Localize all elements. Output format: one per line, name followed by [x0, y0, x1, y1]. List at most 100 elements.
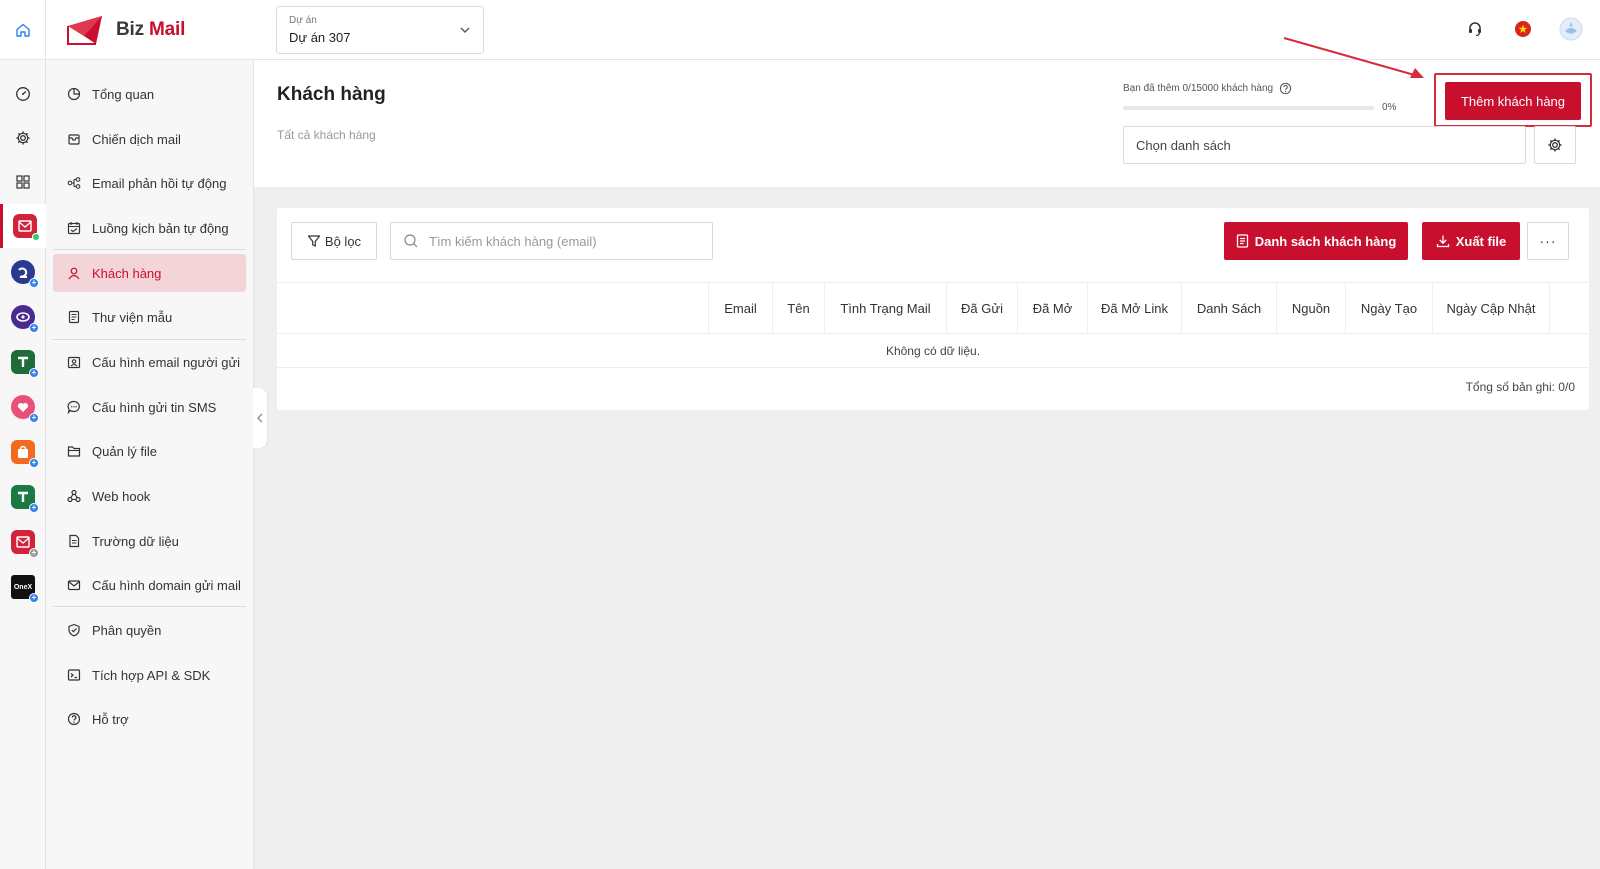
add-customer-button[interactable]: Thêm khách hàng: [1445, 82, 1581, 120]
add-badge-icon: +: [29, 593, 39, 603]
sidebar-item-domain-config[interactable]: Cấu hình domain gửi mail: [53, 566, 246, 604]
sidebar-collapse-toggle[interactable]: [253, 388, 267, 448]
settings-button[interactable]: [1534, 126, 1576, 164]
sidebar-item-label: Web hook: [92, 488, 151, 504]
rail-app-2[interactable]: +: [0, 250, 46, 294]
online-dot: [31, 233, 40, 241]
sidebar: Tổng quan Chiến dịch mail Email phản hồi…: [46, 60, 254, 869]
onex-app-icon: OneX +: [11, 575, 39, 603]
app-5-icon: +: [11, 395, 39, 423]
list-select[interactable]: Chọn danh sách: [1123, 126, 1526, 164]
sidebar-item-label: Tích hợp API & SDK: [92, 667, 211, 683]
column-header[interactable]: Danh Sách: [1182, 283, 1277, 333]
sidebar-item-automation-flow[interactable]: Luồng kịch bản tự động: [53, 209, 246, 247]
add-badge-icon: +: [29, 323, 39, 333]
search-icon: [404, 234, 418, 248]
column-header[interactable]: Email: [709, 283, 773, 333]
sidebar-item-sender-email[interactable]: Cấu hình email người gửi: [53, 343, 246, 381]
user-avatar[interactable]: [1558, 16, 1584, 42]
app-4-icon: +: [11, 350, 39, 378]
sidebar-item-api-sdk[interactable]: Tích hợp API & SDK: [53, 656, 246, 694]
bizmail-app-icon: [12, 214, 40, 241]
customer-list-button[interactable]: Danh sách khách hàng: [1224, 222, 1408, 260]
gear-icon: [1548, 138, 1562, 152]
filter-button[interactable]: Bộ lọc: [291, 222, 377, 260]
rail-app-onex[interactable]: OneX +: [0, 565, 46, 609]
help-circle-icon[interactable]: [1279, 82, 1292, 95]
rail-app-5[interactable]: +: [0, 385, 46, 429]
more-actions-button[interactable]: ···: [1527, 222, 1569, 260]
customer-list-label: Danh sách khách hàng: [1254, 233, 1397, 249]
app-rail: + + + + + + + OneX +: [0, 60, 46, 869]
mail-campaign-icon: [68, 134, 80, 145]
sidebar-item-overview[interactable]: Tổng quan: [53, 75, 246, 113]
rail-app-7[interactable]: +: [0, 475, 46, 519]
customer-table-card: Bộ lọc Danh sách khách hàng Xuất file ··…: [277, 208, 1589, 410]
sidebar-item-label: Chiến dịch mail: [92, 131, 181, 147]
customer-search[interactable]: [390, 222, 713, 260]
project-select[interactable]: Dự án Dự án 307: [276, 6, 484, 54]
chevron-down-icon: [460, 27, 470, 33]
sender-config-icon: [67, 356, 81, 369]
filter-label: Bộ lọc: [324, 233, 362, 249]
home-button[interactable]: [0, 0, 46, 60]
sidebar-item-label: Luồng kịch bản tự động: [92, 220, 229, 236]
add-badge-icon: +: [29, 413, 39, 423]
sidebar-item-label: Cấu hình email người gửi: [92, 354, 241, 370]
sidebar-item-file-manager[interactable]: Quản lý file: [53, 432, 246, 470]
column-header[interactable]: Tình Trạng Mail: [825, 283, 947, 333]
column-header[interactable]: Đã Gửi: [947, 283, 1018, 333]
add-customer-highlight: Thêm khách hàng: [1434, 73, 1592, 127]
add-badge-icon: +: [29, 548, 39, 558]
sidebar-item-label: Khách hàng: [92, 265, 162, 281]
column-header[interactable]: Ngày Tạo: [1346, 283, 1433, 333]
sidebar-divider: [53, 339, 246, 340]
rail-app-bizmail[interactable]: [0, 204, 46, 248]
rail-dashboard[interactable]: [0, 72, 46, 116]
column-header[interactable]: Đã Mở: [1018, 283, 1088, 333]
sidebar-item-auto-reply[interactable]: Email phản hồi tự động: [53, 164, 246, 202]
mail-icon: [67, 580, 81, 591]
header-actions: [1462, 16, 1584, 42]
app-3-icon: +: [11, 305, 39, 333]
add-badge-icon: +: [29, 503, 39, 513]
sidebar-item-sms-config[interactable]: Cấu hình gửi tin SMS: [53, 388, 246, 426]
ellipsis-icon: ···: [1539, 233, 1557, 249]
rail-apps[interactable]: [0, 160, 46, 204]
rail-settings[interactable]: [0, 116, 46, 160]
column-header[interactable]: Ngày Cập Nhật: [1433, 283, 1550, 333]
support-headset-icon[interactable]: [1462, 16, 1488, 42]
add-badge-icon: +: [29, 458, 39, 468]
calendar-flow-icon: [67, 222, 81, 235]
rail-app-6[interactable]: +: [0, 430, 46, 474]
rail-app-8[interactable]: +: [0, 520, 46, 564]
page-title: Khách hàng: [277, 84, 386, 105]
table-header-selector-col: [277, 283, 709, 333]
sidebar-item-data-fields[interactable]: Trường dữ liệu: [53, 522, 246, 560]
sidebar-item-permissions[interactable]: Phân quyền: [53, 611, 246, 649]
home-icon: [15, 23, 30, 37]
quota-progress-bar: [1123, 106, 1374, 110]
sidebar-item-label: Cấu hình gửi tin SMS: [92, 399, 217, 415]
sidebar-item-label: Cấu hình domain gửi mail: [92, 577, 241, 593]
sidebar-item-customers[interactable]: Khách hàng: [53, 254, 246, 292]
document-icon: [69, 534, 80, 548]
quota-text: Bạn đã thêm 0/15000 khách hàng: [1123, 83, 1274, 94]
add-badge-icon: +: [29, 368, 39, 378]
sidebar-item-label: Phân quyền: [92, 622, 162, 638]
bizmail-logo[interactable]: Biz Mail: [66, 14, 185, 46]
vietnam-flag-icon[interactable]: [1510, 16, 1536, 42]
export-file-button[interactable]: Xuất file: [1422, 222, 1520, 260]
sidebar-item-label: Hỗ trợ: [92, 711, 129, 727]
column-header[interactable]: Tên: [773, 283, 825, 333]
sidebar-item-template-library[interactable]: Thư viện mẫu: [53, 298, 246, 336]
rail-app-4[interactable]: +: [0, 340, 46, 384]
search-input[interactable]: [429, 233, 709, 249]
column-header[interactable]: Đã Mở Link: [1088, 283, 1182, 333]
column-header[interactable]: Nguồn: [1277, 283, 1346, 333]
sidebar-item-mail-campaign[interactable]: Chiến dịch mail: [53, 120, 246, 158]
sidebar-item-webhook[interactable]: Web hook: [53, 477, 246, 515]
sidebar-item-support[interactable]: Hỗ trợ: [53, 700, 246, 738]
rail-app-3[interactable]: +: [0, 295, 46, 339]
logo-text: Biz Mail: [116, 19, 185, 41]
